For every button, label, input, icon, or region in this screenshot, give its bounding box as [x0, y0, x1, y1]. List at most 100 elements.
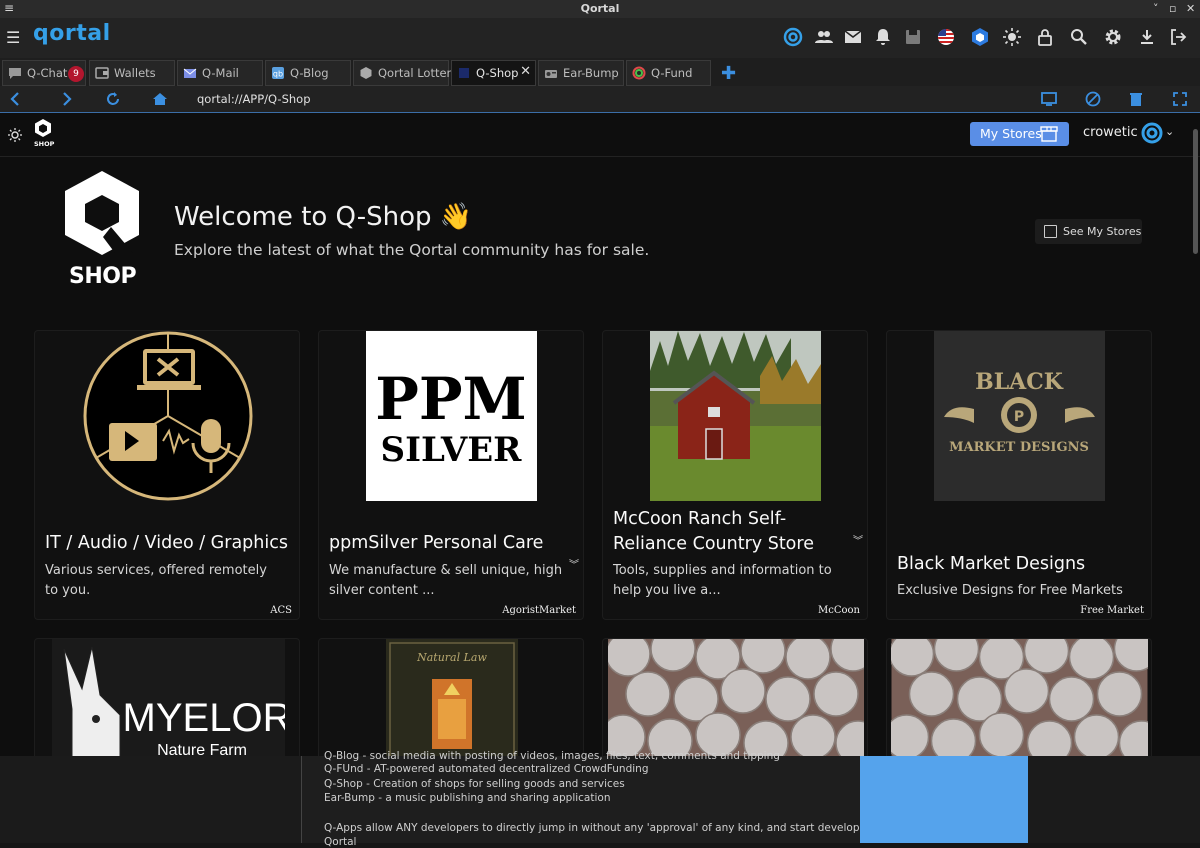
chat-icon	[9, 68, 21, 79]
gear-icon[interactable]	[1103, 27, 1123, 47]
browser-navbar: qortal://APP/Q-Shop	[0, 86, 1200, 113]
refresh-icon[interactable]	[104, 90, 122, 108]
sun-icon[interactable]	[1002, 27, 1022, 47]
tab-q-blog[interactable]: qb Q-Blog	[265, 60, 351, 86]
doc-line: Qortal	[324, 836, 357, 848]
shop-small-logo-text: SHOP	[34, 140, 55, 148]
lottery-icon	[360, 67, 372, 79]
username-label[interactable]: crowetic	[1083, 125, 1138, 140]
url-field[interactable]: qortal://APP/Q-Shop	[197, 92, 311, 106]
scrollbar[interactable]	[1193, 129, 1198, 254]
background-window: Q-Blog - social media with posting of vi…	[0, 750, 1200, 848]
tab-q-shop[interactable]: Q-Shop ✕	[451, 60, 536, 86]
tab-bar: Q-Chat 9 Wallets Q-Mail qb Q-Blog Qortal…	[0, 58, 1200, 86]
qortal-logo: qortal	[33, 21, 111, 46]
myelor-logo-text: MYELOR	[123, 696, 285, 740]
my-stores-button[interactable]: My Stores	[970, 122, 1069, 146]
store-card[interactable]: PPM SILVER ppmSilver Personal Care ︾ We …	[318, 330, 584, 620]
store-image-coins	[891, 639, 1148, 756]
store-logo-ppmsilver: PPM SILVER	[366, 331, 537, 501]
store-card[interactable]: IT / Audio / Video / Graphics Various se…	[34, 330, 300, 620]
market-designs-logo-text: MARKET DESIGNS	[949, 440, 1089, 455]
tab-label: Qortal Lottery	[378, 66, 459, 80]
store-owner[interactable]: AgoristMarket	[502, 605, 576, 616]
store-card[interactable]: Natural Law	[318, 638, 584, 756]
svg-text:P: P	[1014, 409, 1024, 425]
minimize-icon[interactable]: ˅	[1153, 2, 1159, 15]
theme-toggle-icon[interactable]	[7, 127, 23, 143]
blog-icon: qb	[272, 67, 284, 79]
back-icon[interactable]	[7, 90, 25, 108]
store-owner[interactable]: Free Market	[1080, 605, 1144, 616]
doc-line: Q-Shop - Creation of shops for selling g…	[324, 778, 625, 790]
wallet-icon	[95, 67, 109, 79]
tab-ear-bump[interactable]: Ear-Bump	[538, 60, 624, 86]
store-card[interactable]	[602, 638, 868, 756]
shop-small-logo[interactable]	[33, 118, 53, 138]
users-icon[interactable]	[814, 27, 834, 47]
store-logo-myelor: MYELOR Nature Farm	[52, 639, 285, 756]
chevron-down-icon[interactable]: ⌄	[1165, 125, 1174, 138]
save-icon[interactable]	[903, 27, 923, 47]
store-card[interactable]	[886, 638, 1152, 756]
tab-q-mail[interactable]: Q-Mail	[177, 60, 263, 86]
doc-line: Q-Apps allow ANY developers to directly …	[324, 822, 893, 834]
welcome-title: Welcome to Q-Shop 👋	[174, 202, 473, 232]
store-title: McCoon Ranch Self-Reliance Country Store	[613, 509, 814, 554]
tab-q-chat[interactable]: Q-Chat 9	[2, 60, 86, 86]
search-icon[interactable]	[1069, 27, 1089, 47]
tab-label: Wallets	[114, 66, 156, 80]
bell-icon[interactable]	[873, 27, 893, 47]
tab-q-fund[interactable]: Q-Fund	[626, 60, 711, 86]
store-card[interactable]: McCoon Ranch Self-Reliance Country Store…	[602, 330, 868, 620]
q-shop-logo	[65, 171, 139, 255]
black-logo-text: BLACK	[975, 369, 1064, 395]
forward-icon[interactable]	[57, 90, 75, 108]
fullscreen-icon[interactable]	[1171, 90, 1189, 108]
logout-icon[interactable]	[1168, 27, 1188, 47]
store-card[interactable]: BLACK P MARKET DESIGNS Black Market Desi…	[886, 330, 1152, 620]
see-my-stores-label: See My Stores	[1063, 225, 1142, 238]
welcome-subtitle: Explore the latest of what the Qortal co…	[174, 241, 650, 259]
doc-line: Q-Blog - social media with posting of vi…	[324, 750, 780, 762]
store-logo-mccoon-barn	[650, 331, 821, 501]
app-header: ☰ qortal	[0, 18, 1200, 58]
cube-icon[interactable]	[970, 27, 990, 47]
tab-qortal-lottery[interactable]: Qortal Lottery	[353, 60, 458, 86]
us-flag-icon[interactable]	[936, 27, 956, 47]
tab-wallets[interactable]: Wallets	[89, 60, 175, 86]
home-icon[interactable]	[151, 90, 169, 108]
mail-icon	[183, 68, 197, 78]
ppm-logo-text: PPM	[375, 365, 526, 433]
store-image-coins	[608, 639, 864, 756]
q-shop-app: SHOP My Stores crowetic ⌄ SHOP Welcome t…	[0, 113, 1200, 756]
store-owner[interactable]: McCoon	[818, 605, 860, 616]
store-owner[interactable]: ACS	[270, 605, 292, 616]
store-card[interactable]: MYELOR Nature Farm	[34, 638, 300, 756]
see-my-stores-checkbox[interactable]: See My Stores	[1035, 219, 1142, 244]
lock-icon[interactable]	[1035, 27, 1055, 47]
display-icon[interactable]	[1040, 90, 1058, 108]
natural-law-logo-text: Natural Law	[416, 651, 487, 664]
unread-badge: 9	[68, 66, 84, 82]
expand-chevron-icon[interactable]: ︾	[569, 556, 579, 571]
close-tab-icon[interactable]: ✕	[520, 64, 531, 79]
trash-icon[interactable]	[1127, 90, 1145, 108]
window-titlebar: ≡ Qortal ˅ ▫ ✕	[0, 0, 1200, 18]
user-avatar-icon[interactable]	[1141, 122, 1163, 144]
close-window-icon[interactable]: ✕	[1186, 2, 1195, 15]
my-stores-label: My Stores	[980, 126, 1042, 141]
download-icon[interactable]	[1137, 27, 1157, 47]
expand-chevron-icon[interactable]: ︾	[853, 532, 863, 547]
block-icon[interactable]	[1084, 90, 1102, 108]
store-logo-black-market: BLACK P MARKET DESIGNS	[934, 331, 1105, 501]
background-document: Q-Blog - social media with posting of vi…	[301, 750, 892, 848]
checkbox-box[interactable]	[1044, 225, 1057, 238]
qortal-c-icon[interactable]	[783, 27, 803, 47]
tab-label: Q-Shop	[476, 66, 519, 80]
hamburger-menu-icon[interactable]: ☰	[6, 28, 20, 47]
store-logo-acs	[83, 331, 254, 501]
maximize-icon[interactable]: ▫	[1169, 2, 1176, 15]
new-tab-button[interactable]: ✚	[721, 63, 736, 84]
mail-icon[interactable]	[843, 27, 863, 47]
